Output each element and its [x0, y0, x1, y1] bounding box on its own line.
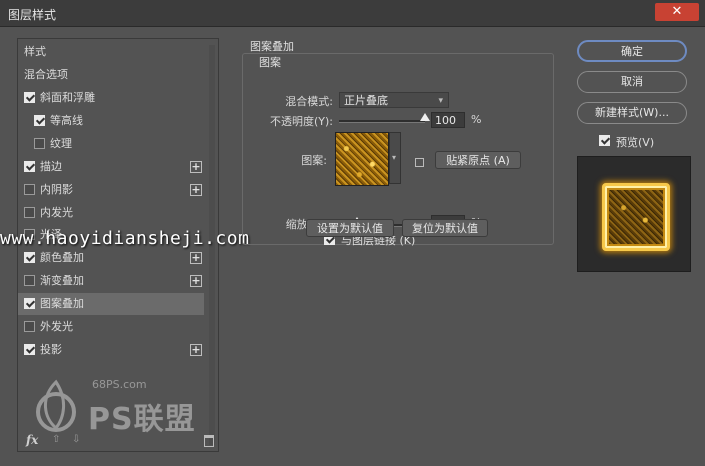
brand-watermark: PS联盟 — [88, 402, 196, 437]
blend-mode-label: 混合模式: — [285, 95, 333, 108]
style-item-checkbox[interactable] — [24, 92, 35, 103]
style-item-label: 颜色叠加 — [40, 251, 84, 265]
style-item-label: 渐变叠加 — [40, 274, 84, 288]
make-default-button[interactable]: 设置为默认值 — [306, 219, 394, 237]
blend-mode-select[interactable]: 正片叠底 ▾ — [339, 92, 449, 108]
add-effect-icon[interactable]: + — [190, 252, 202, 265]
pattern-picker-dropdown[interactable]: ▾ — [389, 132, 401, 184]
style-item[interactable]: 外发光 — [18, 316, 204, 338]
new-preset-icon[interactable] — [415, 158, 424, 167]
site-watermark: 68PS.com — [92, 378, 147, 391]
trash-icon[interactable] — [204, 435, 214, 447]
chevron-down-icon: ▾ — [392, 153, 397, 162]
add-effect-icon[interactable]: + — [190, 160, 202, 173]
pattern-group-title: 图案 — [257, 54, 283, 70]
style-item-checkbox[interactable] — [34, 137, 45, 149]
cancel-button[interactable]: 取消 — [577, 71, 687, 93]
styles-header[interactable]: 样式 — [18, 41, 204, 63]
preview-thumbnail — [602, 183, 670, 251]
pattern-label: 图案: — [301, 154, 327, 167]
style-item-label: 纹理 — [50, 136, 72, 150]
pattern-swatch[interactable] — [335, 132, 389, 186]
opacity-input[interactable]: 100 — [431, 112, 465, 128]
style-item-checkbox[interactable] — [34, 114, 45, 126]
ps-lianmeng-watermark: 68PS.com PS联盟 — [30, 378, 200, 438]
preview-toggle[interactable]: 预览(V) — [599, 134, 654, 150]
logo-swirl-icon — [36, 379, 76, 432]
style-item-label: 等高线 — [50, 113, 83, 127]
style-item-checkbox[interactable] — [24, 321, 35, 332]
window-title: 图层样式 — [8, 8, 57, 22]
style-item-label: 投影 — [40, 342, 62, 356]
style-item[interactable]: 投影 + — [18, 339, 204, 361]
style-item-checkbox[interactable] — [24, 206, 35, 218]
blending-options[interactable]: 混合选项 — [18, 64, 204, 86]
style-item[interactable]: 纹理 — [18, 133, 204, 155]
style-item[interactable]: 渐变叠加 + — [18, 270, 204, 292]
add-effect-icon[interactable]: + — [190, 343, 202, 356]
pattern-group: 图案 混合模式: 正片叠底 ▾ 不透明度(Y): 100 % 图案: ▾ 贴紧原… — [242, 53, 554, 245]
reset-default-button[interactable]: 复位为默认值 — [402, 219, 488, 237]
opacity-slider-track[interactable] — [339, 120, 425, 123]
blend-mode-value: 正片叠底 — [344, 94, 388, 107]
opacity-percent: % — [471, 113, 482, 126]
style-item-label: 内阴影 — [40, 182, 73, 196]
title-bar: 图层样式 ✕ — [0, 0, 705, 27]
style-item[interactable]: 颜色叠加 + — [18, 247, 204, 269]
style-item-label: 描边 — [40, 159, 62, 173]
style-item-checkbox[interactable] — [24, 275, 35, 287]
add-effect-icon[interactable]: + — [190, 183, 202, 196]
style-item-checkbox[interactable] — [24, 160, 35, 172]
add-effect-icon[interactable]: + — [190, 275, 202, 288]
style-preview — [577, 156, 691, 272]
style-item-checkbox[interactable] — [24, 298, 35, 310]
dialog-actions: 确定 取消 新建样式(W)... 预览(V) — [575, 38, 691, 278]
style-item[interactable]: 等高线 — [18, 110, 204, 132]
preview-label: 预览(V) — [616, 136, 655, 149]
style-item[interactable]: 描边 + — [18, 156, 204, 178]
ok-button[interactable]: 确定 — [577, 40, 687, 62]
style-item-checkbox[interactable] — [24, 252, 35, 264]
close-button[interactable]: ✕ — [655, 3, 699, 21]
style-item-label: 外发光 — [40, 320, 73, 333]
style-item-label: 内发光 — [40, 205, 73, 219]
pattern-overlay-title: 图案叠加 — [250, 40, 294, 53]
preview-checkbox[interactable] — [599, 135, 610, 146]
style-item[interactable]: 斜面和浮雕 — [18, 87, 204, 109]
blending-options-label: 混合选项 — [24, 68, 68, 81]
style-item-checkbox[interactable] — [24, 183, 35, 195]
close-icon: ✕ — [671, 4, 683, 19]
opacity-label: 不透明度(Y): — [269, 115, 333, 128]
style-item[interactable]: 内发光 — [18, 202, 204, 224]
snap-to-origin-button[interactable]: 贴紧原点 (A) — [435, 151, 521, 169]
style-item-checkbox[interactable] — [24, 343, 35, 355]
chevron-down-icon: ▾ — [438, 96, 443, 106]
new-style-button[interactable]: 新建样式(W)... — [577, 102, 687, 124]
style-item[interactable]: 内阴影 + — [18, 179, 204, 201]
pattern-overlay-panel: 图案叠加 图案 混合模式: 正片叠底 ▾ 不透明度(Y): 100 % 图案: … — [232, 38, 560, 448]
styles-header-label: 样式 — [24, 45, 46, 58]
style-item[interactable]: 图案叠加 — [18, 293, 204, 316]
style-item-label: 斜面和浮雕 — [40, 91, 95, 104]
style-item-label: 图案叠加 — [40, 297, 84, 311]
opacity-slider-thumb[interactable] — [420, 113, 430, 121]
